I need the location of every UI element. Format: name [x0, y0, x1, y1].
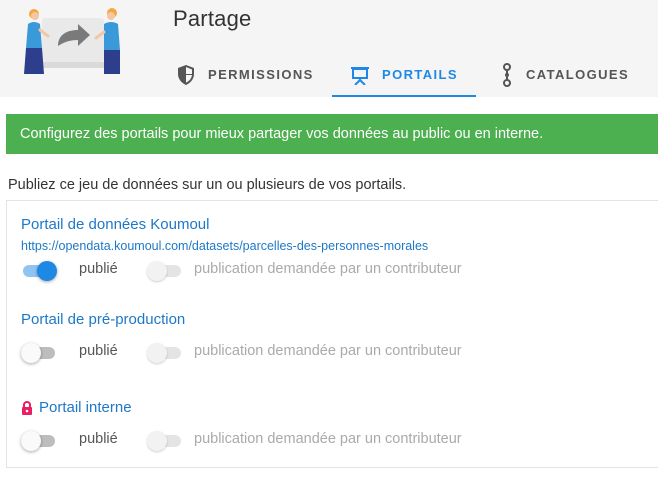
page-header: Partage PERMISSIONS PORTAILS CATALOGUES — [0, 0, 658, 97]
published-switch[interactable] — [21, 259, 57, 281]
tab-catalogues-label: CATALOGUES — [526, 67, 630, 82]
switch-knob — [147, 431, 167, 451]
request-label: publication demandée par un contributeur — [194, 343, 462, 359]
portal-koumoul: Portail de données Koumoul https://opend… — [21, 216, 428, 253]
published-switch[interactable] — [21, 429, 57, 451]
portal-name-link[interactable]: Portail interne — [21, 399, 132, 416]
tab-portails-label: PORTAILS — [382, 67, 458, 82]
info-banner: Configurez des portails pour mieux parta… — [6, 114, 658, 154]
switch-knob — [147, 343, 167, 363]
page-title: Partage — [173, 6, 252, 31]
request-label: publication demandée par un contributeur — [194, 431, 462, 447]
portal-name-link[interactable]: Portail de pré-production — [21, 311, 185, 328]
portal-name-text: Portail interne — [39, 399, 132, 416]
published-label: publié — [79, 261, 118, 277]
portal-internal-toggles: publié publication demandée par un contr… — [21, 429, 641, 451]
portal-name-link[interactable]: Portail de données Koumoul — [21, 216, 428, 233]
request-label: publication demandée par un contributeur — [194, 261, 462, 277]
tab-catalogues[interactable]: CATALOGUES — [496, 52, 646, 97]
tab-permissions-label: PERMISSIONS — [208, 67, 314, 82]
chain-link-icon — [500, 62, 514, 87]
portal-preprod-toggles: publié publication demandée par un contr… — [21, 341, 641, 363]
published-label: publié — [79, 343, 118, 359]
sharing-illustration — [24, 8, 120, 74]
published-label: publié — [79, 431, 118, 447]
switch-knob — [21, 343, 41, 363]
request-switch[interactable] — [147, 341, 183, 363]
intro-text: Publiez ce jeu de données sur un ou plus… — [8, 177, 407, 193]
request-switch[interactable] — [147, 429, 183, 451]
switch-knob — [21, 431, 41, 451]
tab-portails[interactable]: PORTAILS — [332, 52, 476, 97]
portal-preprod: Portail de pré-production — [21, 311, 185, 328]
shield-icon — [176, 64, 196, 86]
lock-icon — [21, 400, 33, 415]
switch-knob — [37, 261, 57, 281]
portal-koumoul-toggles: publié publication demandée par un contr… — [21, 259, 641, 281]
portals-card: Portail de données Koumoul https://opend… — [6, 200, 658, 468]
switch-knob — [147, 261, 167, 281]
published-switch[interactable] — [21, 341, 57, 363]
presentation-easel-icon — [350, 65, 370, 85]
info-banner-text: Configurez des portails pour mieux parta… — [20, 126, 544, 142]
request-switch[interactable] — [147, 259, 183, 281]
tab-permissions[interactable]: PERMISSIONS — [172, 52, 334, 97]
portal-internal: Portail interne — [21, 399, 132, 416]
portal-url-link[interactable]: https://opendata.koumoul.com/datasets/pa… — [21, 239, 428, 253]
